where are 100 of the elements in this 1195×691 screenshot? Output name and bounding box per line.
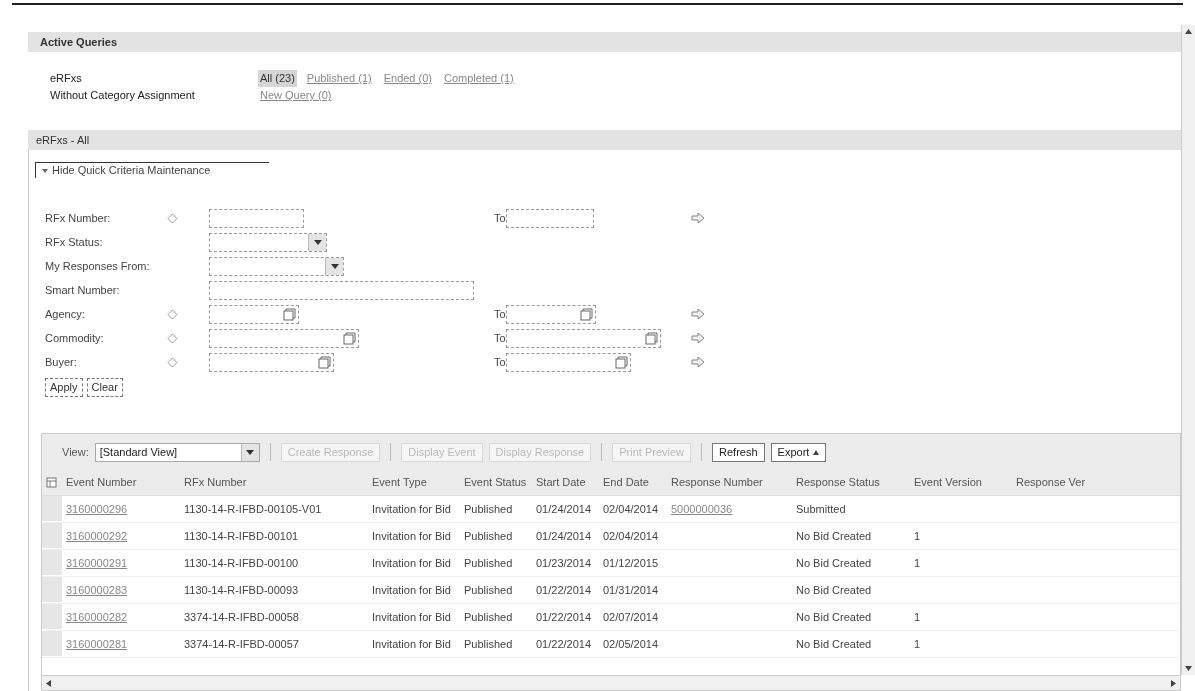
table-cell: Published: [464, 583, 513, 596]
horizontal-scrollbar[interactable]: [42, 675, 1180, 690]
input-field[interactable]: [506, 328, 661, 348]
table-cell: 02/07/2014: [603, 610, 659, 623]
input-field[interactable]: [506, 208, 594, 228]
caret-icon: [330, 263, 339, 269]
scroll-down-icon[interactable]: [1185, 666, 1192, 671]
table-link[interactable]: 3160000281: [66, 637, 128, 650]
column-header[interactable]: Event Status: [460, 474, 532, 491]
table-cell: No Bid Created: [796, 556, 872, 569]
column-header[interactable]: Event Type: [368, 474, 460, 491]
table-cell: 1130-14-R-IFBD-00100: [184, 556, 299, 569]
table-cell: No Bid Created: [796, 637, 872, 650]
arrow-icon[interactable]: [691, 332, 705, 344]
section-header: Active Queries: [28, 32, 1181, 52]
table-link[interactable]: 5000000036: [671, 502, 733, 515]
table-cell: 02/04/2014: [603, 529, 659, 542]
table-cell: 1130-14-R-IFBD-00093: [184, 583, 299, 596]
dropdown-field[interactable]: [209, 256, 344, 276]
toolbar-button[interactable]: Refresh: [712, 442, 765, 462]
view-dropdown[interactable]: [Standard View]: [94, 442, 260, 462]
vertical-scrollbar[interactable]: [1181, 25, 1195, 675]
lookup-icon[interactable]: [318, 355, 331, 369]
dropdown-button[interactable]: [325, 257, 343, 275]
action-button[interactable]: Clear: [86, 378, 123, 397]
column-header[interactable]: Event Number: [62, 474, 180, 491]
table-cell: 01/31/2014: [603, 583, 659, 596]
field-label: Smart Number:: [45, 282, 121, 298]
arrow-icon[interactable]: [691, 308, 705, 320]
scroll-up-icon[interactable]: [1185, 29, 1192, 34]
field-label: RFx Status:: [45, 234, 104, 250]
table-cell: 01/24/2014: [536, 502, 592, 515]
table-cell: Published: [464, 502, 513, 515]
column-header[interactable]: RFx Number: [180, 474, 368, 491]
query-link[interactable]: All (23): [258, 70, 297, 87]
query-link[interactable]: Published (1): [304, 70, 374, 87]
input-field[interactable]: [209, 304, 299, 324]
table-link[interactable]: 3160000296: [66, 502, 128, 515]
scroll-left-icon[interactable]: [46, 679, 51, 687]
table-cell: Invitation for Bid: [372, 556, 451, 569]
table-settings-icon[interactable]: [46, 476, 58, 489]
table-cell: Published: [464, 610, 513, 623]
field-label: Agency:: [45, 306, 86, 322]
table-cell: Invitation for Bid: [372, 637, 451, 650]
dropdown-button[interactable]: [308, 233, 326, 251]
table-cell: 1: [914, 556, 921, 569]
query-label: eRFxs: [50, 71, 83, 87]
column-header[interactable]: End Date: [599, 474, 667, 491]
arrow-icon[interactable]: [691, 356, 705, 368]
input-field[interactable]: [209, 328, 359, 348]
table-link[interactable]: 3160000282: [66, 610, 128, 623]
table-link[interactable]: 3160000292: [66, 529, 128, 542]
input-field[interactable]: [506, 304, 596, 324]
field-label: RFx Number:: [45, 210, 112, 226]
action-button[interactable]: Apply: [45, 378, 83, 397]
input-field[interactable]: [209, 352, 334, 372]
column-header[interactable]: Response Ver: [1012, 474, 1172, 491]
lookup-icon[interactable]: [580, 307, 593, 321]
to-label: To: [494, 354, 504, 370]
scroll-right-icon[interactable]: [1171, 679, 1176, 687]
to-label: To: [494, 306, 504, 322]
query-label: Without Category Assignment: [50, 88, 196, 104]
lookup-icon[interactable]: [645, 331, 658, 345]
diamond-icon[interactable]: [167, 332, 178, 344]
table-cell: Invitation for Bid: [372, 529, 451, 542]
diamond-icon[interactable]: [167, 212, 178, 224]
table-link[interactable]: 3160000283: [66, 583, 128, 596]
table-cell: 01/22/2014: [536, 610, 592, 623]
lookup-icon[interactable]: [283, 307, 296, 321]
field-label: My Responses From:: [45, 258, 151, 274]
input-field[interactable]: [209, 280, 474, 300]
query-link[interactable]: Completed (1): [442, 70, 516, 87]
diamond-icon[interactable]: [167, 308, 178, 320]
table-cell: Invitation for Bid: [372, 583, 451, 596]
input-field[interactable]: [209, 208, 304, 228]
column-header[interactable]: Event Version: [910, 474, 1012, 491]
table-cell: 3374-14-R-IFBD-00057: [184, 637, 299, 650]
query-link[interactable]: Ended (0): [381, 70, 434, 87]
toggle-button[interactable]: Hide Quick Criteria Maintenance: [35, 162, 269, 178]
diamond-icon[interactable]: [167, 356, 178, 368]
table-cell: No Bid Created: [796, 610, 872, 623]
table-cell: Published: [464, 529, 513, 542]
table-cell: No Bid Created: [796, 583, 872, 596]
input-field[interactable]: [506, 352, 631, 372]
lookup-icon[interactable]: [343, 331, 356, 345]
table-cell: 1: [914, 529, 921, 542]
arrow-icon[interactable]: [691, 212, 705, 224]
column-header[interactable]: Start Date: [532, 474, 599, 491]
caret-icon: [813, 449, 820, 455]
toolbar-button[interactable]: Export: [770, 442, 827, 462]
dropdown-button[interactable]: [240, 443, 259, 461]
query-link[interactable]: New Query (0): [258, 87, 334, 104]
table-link[interactable]: 3160000291: [66, 556, 128, 569]
column-header[interactable]: Response Number: [667, 474, 792, 491]
column-header[interactable]: Response Status: [792, 474, 910, 491]
lookup-icon[interactable]: [615, 355, 628, 369]
table-cell: Published: [464, 637, 513, 650]
dropdown-field[interactable]: [209, 232, 327, 252]
table-cell: 01/22/2014: [536, 637, 592, 650]
table-cell: 01/12/2015: [603, 556, 659, 569]
